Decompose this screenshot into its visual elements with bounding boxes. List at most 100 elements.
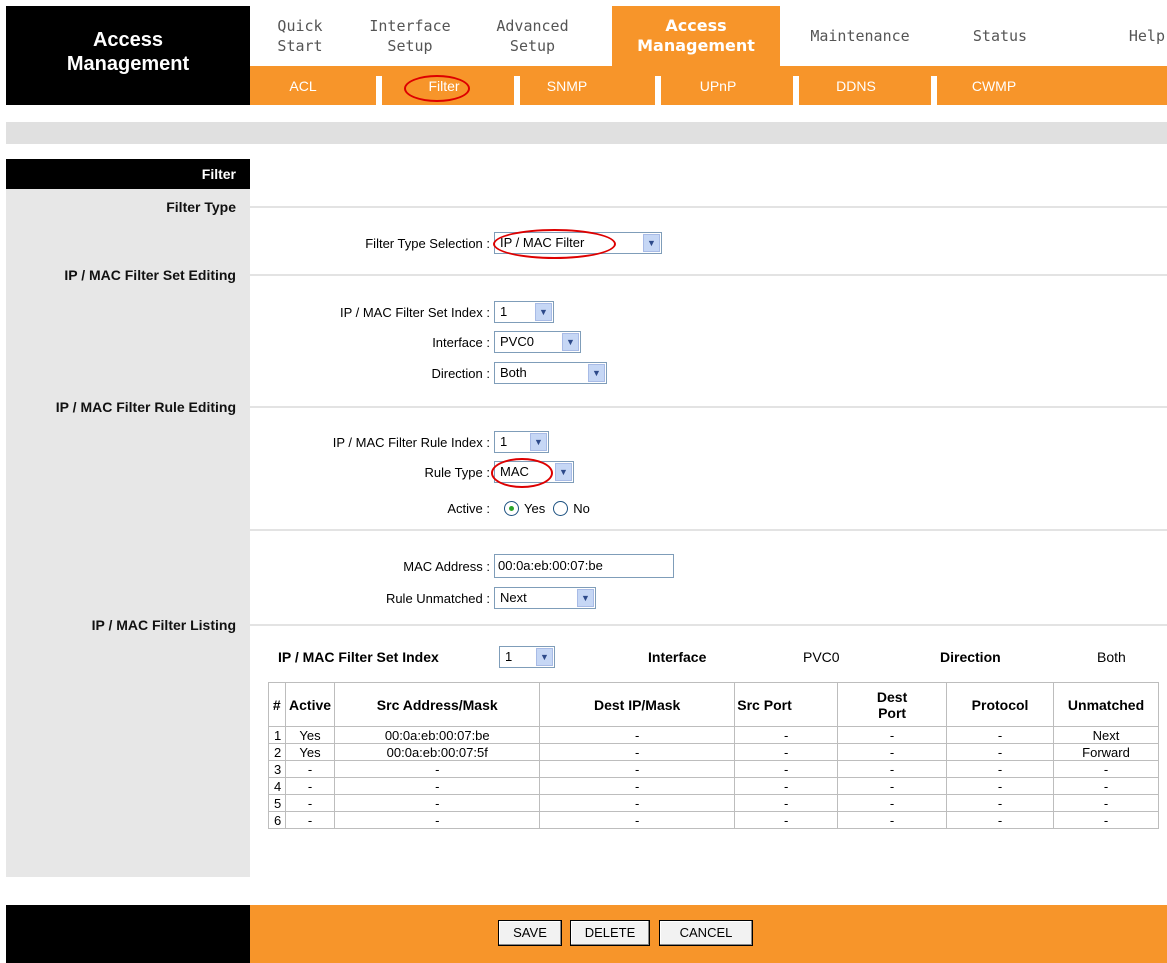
table-cell: Yes: [284, 726, 336, 744]
table-row: 6 - - - - - - -: [268, 811, 1159, 829]
set-index-label: IP / MAC Filter Set Index :: [339, 304, 490, 320]
section-label-listing: IP / MAC Filter Listing: [91, 617, 236, 633]
subnav-upnp[interactable]: UPnP: [694, 78, 742, 98]
tab-advanced-setup[interactable]: Advanced Setup: [475, 6, 590, 66]
listing-set-index-label: IP / MAC Filter Set Index: [278, 649, 439, 665]
table-row: 5 - - - - - - -: [268, 794, 1159, 812]
listing-set-index-select[interactable]: 1 ▼: [499, 646, 555, 668]
tab-access-management[interactable]: Access Management: [612, 6, 780, 66]
table-cell: 5: [268, 794, 286, 812]
interface-value: PVC0: [500, 334, 534, 349]
table-cell: -: [539, 743, 736, 761]
section-divider: [250, 274, 1167, 276]
cancel-button[interactable]: CANCEL: [659, 920, 753, 946]
subnav-snmp[interactable]: SNMP: [542, 78, 592, 98]
table-cell: 00:0a:eb:00:07:5f: [334, 743, 541, 761]
rule-index-select[interactable]: 1 ▼: [494, 431, 549, 453]
mac-address-label: MAC Address :: [403, 558, 490, 574]
tab-status[interactable]: Status: [940, 6, 1060, 66]
subnav-divider: [931, 76, 937, 105]
filter-type-label: Filter Type Selection :: [365, 235, 490, 251]
table-cell: 4: [268, 777, 286, 795]
direction-label: Direction :: [431, 365, 490, 381]
column-header: #: [268, 682, 286, 727]
tab-label: Status: [972, 27, 1028, 45]
filter-listing-table: # Active Src Address/Mask Dest IP/Mask S…: [268, 682, 1159, 829]
filter-type-row: Filter Type Selection : IP / MAC Filter …: [250, 231, 662, 255]
table-cell: -: [946, 760, 1055, 778]
subnav-divider: [655, 76, 661, 105]
table-cell: -: [946, 743, 1055, 761]
chevron-down-icon: ▼: [530, 433, 547, 451]
tab-maintenance[interactable]: Maintenance: [785, 6, 935, 66]
active-yes-label: Yes: [524, 500, 546, 516]
table-cell: Next: [1053, 726, 1159, 744]
active-label: Active :: [447, 500, 490, 516]
rule-type-select[interactable]: MAC ▼: [494, 461, 574, 483]
column-header: Active: [284, 682, 336, 727]
chevron-down-icon: ▼: [535, 303, 552, 321]
table-cell: -: [539, 760, 736, 778]
table-cell: -: [539, 794, 736, 812]
table-cell: 00:0a:eb:00:07:be: [334, 726, 541, 744]
tab-label: Interface: [369, 17, 451, 35]
interface-select[interactable]: PVC0 ▼: [494, 331, 581, 353]
table-cell: -: [837, 777, 948, 795]
brand-title: Access Management: [6, 6, 250, 105]
main-nav: Quick Start Interface Setup Advanced Setup …: [250, 6, 1167, 66]
column-header: Src Address/Mask: [334, 682, 541, 727]
subnav-filter[interactable]: Filter: [414, 78, 474, 98]
rule-type-label: Rule Type :: [424, 464, 490, 480]
set-index-select[interactable]: 1 ▼: [494, 301, 554, 323]
brand-line-1: Access: [92, 29, 164, 51]
rule-type-value: MAC: [500, 464, 529, 479]
table-cell: Forward: [1053, 743, 1159, 761]
table-row: 4 - - - - - - -: [268, 777, 1159, 795]
subnav-acl[interactable]: ACL: [280, 78, 326, 98]
column-header: Unmatched: [1053, 682, 1159, 727]
filter-type-select[interactable]: IP / MAC Filter ▼: [494, 232, 662, 254]
set-index-row: IP / MAC Filter Set Index : 1 ▼: [250, 300, 554, 324]
save-button[interactable]: SAVE: [498, 920, 562, 946]
section-title-filter: Filter: [6, 159, 250, 189]
subnav-cwmp[interactable]: CWMP: [966, 78, 1022, 98]
table-cell: -: [946, 794, 1055, 812]
table-cell: -: [734, 726, 839, 744]
table-cell: 6: [268, 811, 286, 829]
tab-quick-start[interactable]: Quick Start: [250, 6, 350, 66]
tab-label: Setup: [509, 37, 556, 55]
listing-interface-value: PVC0: [803, 649, 840, 665]
table-cell: -: [946, 726, 1055, 744]
table-cell: -: [734, 794, 839, 812]
subnav-divider: [514, 76, 520, 105]
table-cell: -: [284, 811, 336, 829]
table-cell: -: [837, 794, 948, 812]
listing-direction-value: Both: [1097, 649, 1126, 665]
active-yes-radio[interactable]: [504, 500, 519, 516]
column-header: Dest IP/Mask: [539, 682, 736, 727]
subnav-ddns[interactable]: DDNS: [830, 78, 882, 98]
column-header: Protocol: [946, 682, 1055, 727]
section-divider: [250, 624, 1167, 626]
table-row: 3 - - - - - - -: [268, 760, 1159, 778]
tab-label: Help: [1128, 27, 1165, 45]
tab-help[interactable]: Help: [1090, 6, 1167, 66]
table-cell: -: [334, 760, 541, 778]
rule-unmatched-select[interactable]: Next ▼: [494, 587, 596, 609]
table-cell: -: [334, 794, 541, 812]
active-no-radio[interactable]: [553, 500, 569, 516]
table-cell: -: [734, 811, 839, 829]
mac-address-input[interactable]: 00:0a:eb:00:07:be: [494, 554, 674, 578]
direction-select[interactable]: Both ▼: [494, 362, 607, 384]
column-header: Src Port: [734, 682, 839, 727]
table-cell: -: [1053, 811, 1159, 829]
tab-interface-setup[interactable]: Interface Setup: [355, 6, 465, 66]
table-cell: -: [734, 777, 839, 795]
table-cell: -: [734, 760, 839, 778]
footer-left-block: [6, 905, 250, 963]
delete-button[interactable]: DELETE: [570, 920, 650, 946]
active-row: Active : Yes No: [250, 496, 598, 520]
table-cell: -: [837, 726, 948, 744]
section-divider: [250, 206, 1167, 208]
rule-index-label: IP / MAC Filter Rule Index :: [332, 434, 490, 450]
